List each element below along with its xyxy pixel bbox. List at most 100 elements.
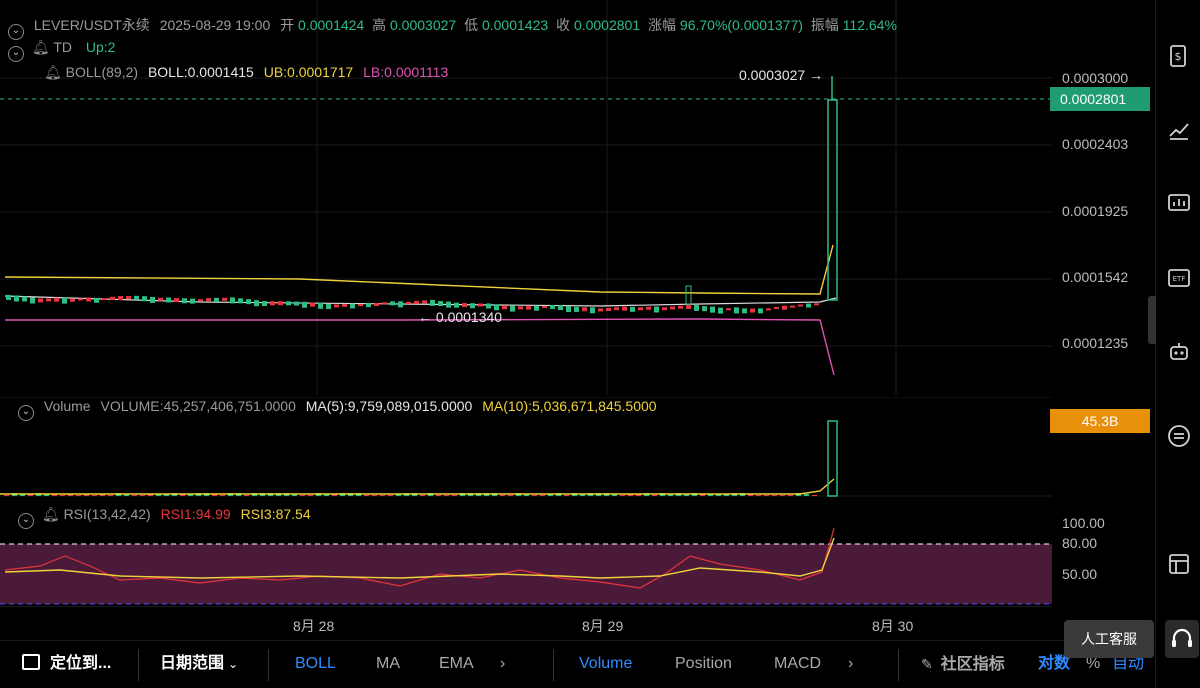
candle bbox=[702, 306, 707, 312]
volume-legend[interactable]: ⌄ Volume VOLUME:45,257,406,751.0000 MA(5… bbox=[18, 398, 657, 421]
x-label-aug30: 8月 30 bbox=[872, 618, 914, 634]
candle bbox=[486, 303, 491, 309]
robot-icon[interactable] bbox=[1167, 340, 1191, 364]
swap-icon[interactable] bbox=[1167, 424, 1191, 448]
candle bbox=[685, 285, 692, 305]
collapse-icon[interactable]: ⌄ bbox=[18, 513, 34, 529]
dollar-document-icon[interactable]: $ bbox=[1167, 44, 1191, 68]
volume-bar bbox=[380, 495, 385, 496]
collapse-handle[interactable] bbox=[1148, 296, 1156, 344]
indicator-boll[interactable]: BOLL bbox=[295, 641, 336, 688]
amplitude-value: 112.64% bbox=[842, 17, 897, 33]
etf-icon[interactable]: ETF bbox=[1167, 266, 1191, 290]
indicator-ema[interactable]: EMA bbox=[439, 641, 474, 688]
candle bbox=[374, 303, 379, 307]
volume-bar bbox=[452, 495, 457, 496]
layout-icon[interactable] bbox=[1167, 552, 1191, 576]
candle bbox=[806, 303, 811, 308]
candle bbox=[222, 297, 227, 301]
community-indicators-button[interactable]: ✎ 社区指标 bbox=[921, 641, 1005, 688]
volume-bar bbox=[420, 495, 425, 496]
ohlc-legend: ⌄ LEVER/USDT永续 2025-08-29 19:00 开 0.0001… bbox=[8, 15, 897, 40]
indicator-macd[interactable]: MACD bbox=[774, 641, 821, 688]
volume-bar bbox=[540, 495, 545, 496]
candle bbox=[430, 299, 435, 306]
indicator-position[interactable]: Position bbox=[675, 641, 732, 688]
locate-button[interactable]: 定位到... bbox=[22, 641, 111, 688]
candle bbox=[510, 305, 515, 312]
volume-bar bbox=[132, 495, 137, 496]
chevron-right-icon[interactable]: › bbox=[848, 641, 853, 688]
volume-bar bbox=[140, 495, 145, 496]
trend-chart-icon[interactable] bbox=[1167, 118, 1191, 142]
candle bbox=[558, 305, 563, 311]
bell-icon[interactable]: 🔔︎ bbox=[42, 506, 60, 522]
volume-bar bbox=[60, 495, 65, 496]
chart-area[interactable]: ⌄ LEVER/USDT永续 2025-08-29 19:00 开 0.0001… bbox=[0, 0, 1155, 640]
candle bbox=[654, 306, 659, 313]
candle bbox=[734, 307, 739, 314]
indicator-volume[interactable]: Volume bbox=[579, 641, 632, 688]
monitor-chart-icon[interactable] bbox=[1167, 192, 1191, 216]
price-chart[interactable] bbox=[0, 0, 1052, 395]
candle bbox=[278, 301, 283, 306]
chevron-right-icon[interactable]: › bbox=[500, 641, 505, 688]
td-legend[interactable]: ⌄ 🔔︎ TD Up:2 bbox=[8, 39, 115, 62]
volume-bar bbox=[388, 495, 393, 496]
candle bbox=[814, 303, 819, 306]
candle bbox=[102, 298, 107, 301]
candle bbox=[150, 296, 155, 303]
time-axis[interactable]: 8月 28 8月 29 8月 30 bbox=[0, 606, 1052, 640]
candle bbox=[46, 298, 51, 302]
candle bbox=[246, 299, 251, 305]
collapse-icon[interactable]: ⌄ bbox=[18, 405, 34, 421]
candle bbox=[182, 298, 187, 304]
candle bbox=[390, 301, 395, 306]
rsi-legend[interactable]: ⌄ 🔔︎ RSI(13,42,42) RSI1:94.99 RSI3:87.54 bbox=[18, 506, 311, 529]
date-range-dropdown[interactable]: 日期范围 ⌄ bbox=[160, 641, 238, 688]
candle bbox=[38, 298, 43, 303]
volume-bar bbox=[76, 495, 81, 496]
candle bbox=[550, 305, 555, 310]
candle bbox=[614, 307, 619, 311]
collapse-icon[interactable]: ⌄ bbox=[8, 46, 24, 62]
td-name: TD bbox=[53, 39, 72, 55]
candle bbox=[646, 306, 651, 310]
customer-service-button[interactable] bbox=[1165, 620, 1199, 658]
candle bbox=[30, 297, 35, 304]
candle bbox=[262, 301, 267, 307]
collapse-icon[interactable]: ⌄ bbox=[8, 24, 24, 40]
volume-name: Volume bbox=[43, 398, 91, 414]
volume-bar bbox=[364, 495, 369, 496]
candle bbox=[582, 307, 587, 312]
volume-bar bbox=[812, 495, 817, 496]
boll-legend[interactable]: 🔔︎ BOLL(89,2) BOLL:0.0001415 UB:0.000171… bbox=[44, 64, 448, 81]
open-value: 0.0001424 bbox=[298, 17, 365, 33]
candle bbox=[462, 303, 467, 308]
datetime-label: 2025-08-29 19:00 bbox=[159, 17, 271, 33]
bell-icon[interactable]: 🔔︎ bbox=[32, 39, 50, 55]
customer-service-tooltip: 人工客服 bbox=[1064, 620, 1154, 658]
boll-mid-value: BOLL:0.0001415 bbox=[147, 64, 254, 80]
current-price-tag: 0.0002801 bbox=[1050, 87, 1150, 111]
candle bbox=[22, 296, 27, 302]
bell-icon[interactable]: 🔔︎ bbox=[44, 64, 62, 80]
rsi-tick: 100.00 bbox=[1062, 515, 1105, 531]
td-up-value: Up:2 bbox=[85, 39, 116, 55]
candle bbox=[782, 305, 787, 310]
indicator-ma[interactable]: MA bbox=[376, 641, 400, 688]
candle bbox=[134, 295, 139, 300]
candle bbox=[142, 296, 147, 302]
candle bbox=[446, 301, 451, 308]
locate-label: 定位到... bbox=[50, 655, 112, 672]
candle bbox=[206, 298, 211, 302]
candle bbox=[214, 297, 219, 302]
volume-bar bbox=[780, 495, 785, 496]
candle bbox=[14, 295, 19, 302]
volume-bar bbox=[756, 495, 761, 496]
volume-bar bbox=[444, 495, 449, 496]
candle bbox=[766, 308, 771, 311]
candle bbox=[166, 297, 171, 303]
candle bbox=[518, 306, 523, 310]
candle bbox=[526, 305, 531, 310]
